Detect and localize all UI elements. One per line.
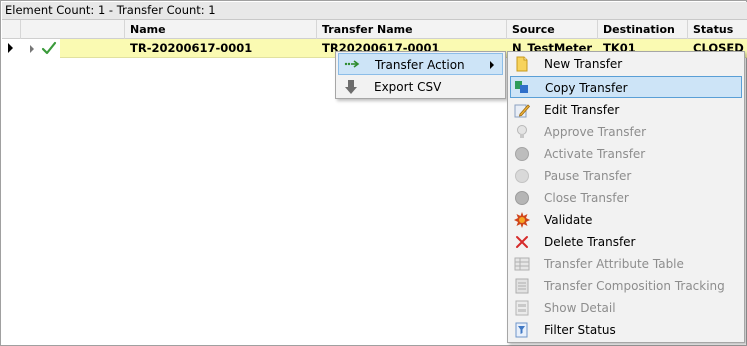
menu-item-approve-transfer[interactable]: Approve Transfer — [510, 121, 742, 143]
column-header-status[interactable]: Status — [688, 20, 747, 39]
tracking-icon — [515, 278, 529, 294]
column-header-destination[interactable]: Destination — [598, 20, 688, 39]
menu-item-label: Show Detail — [544, 301, 616, 315]
menu-item-label: Validate — [544, 213, 593, 227]
cell-name[interactable]: TR-20200617-0001 — [125, 39, 317, 58]
menu-item-filter-status[interactable]: Filter Status — [510, 319, 742, 341]
menu-item-transfer-composition-tracking[interactable]: Transfer Composition Tracking — [510, 275, 742, 297]
red-x-icon — [516, 236, 528, 248]
menu-item-label: Copy Transfer — [545, 81, 628, 95]
circle-icon — [515, 169, 529, 183]
menu-item-label: Filter Status — [544, 323, 616, 337]
menu-item-activate-transfer[interactable]: Activate Transfer — [510, 143, 742, 165]
submenu-arrow-icon — [490, 61, 494, 69]
menu-item-label: Approve Transfer — [544, 125, 647, 139]
column-header-name[interactable]: Name — [125, 20, 317, 39]
menu-item-transfer-attribute-table[interactable]: Transfer Attribute Table — [510, 253, 742, 275]
menu-item-new-transfer[interactable]: New Transfer — [510, 53, 742, 75]
checkmark-icon — [41, 41, 57, 55]
table-icon — [514, 257, 530, 271]
menu-item-label: Transfer Action — [375, 58, 465, 72]
menu-item-label: Activate Transfer — [544, 147, 646, 161]
gear-burst-icon — [514, 212, 530, 228]
transfer-arrow-icon — [344, 60, 360, 68]
transfer-action-submenu: New Transfer Copy Transfer Edit Transfer… — [507, 51, 745, 343]
download-arrow-icon — [345, 80, 357, 94]
menu-item-edit-transfer[interactable]: Edit Transfer — [510, 99, 742, 121]
menu-item-validate[interactable]: Validate — [510, 209, 742, 231]
context-menu: Transfer Action Export CSV — [335, 51, 506, 99]
expand-row-icon[interactable] — [30, 45, 34, 53]
status-text: Element Count: 1 - Transfer Count: 1 — [5, 3, 216, 17]
menu-item-label: Delete Transfer — [544, 235, 636, 249]
menu-item-label: Close Transfer — [544, 191, 629, 205]
filter-icon — [515, 322, 528, 338]
column-header-source[interactable]: Source — [507, 20, 598, 39]
menu-item-label: New Transfer — [544, 57, 623, 71]
current-row-indicator-icon — [8, 43, 13, 53]
menu-item-pause-transfer[interactable]: Pause Transfer — [510, 165, 742, 187]
menu-item-close-transfer[interactable]: Close Transfer — [510, 187, 742, 209]
row-indicator-header — [2, 20, 21, 39]
menu-item-delete-transfer[interactable]: Delete Transfer — [510, 231, 742, 253]
pencil-icon — [514, 104, 530, 118]
detail-icon — [515, 300, 529, 316]
copy-icon — [515, 81, 528, 93]
menu-item-label: Edit Transfer — [544, 103, 620, 117]
column-header-transfer-name[interactable]: Transfer Name — [317, 20, 507, 39]
menu-item-label: Export CSV — [374, 80, 442, 94]
new-document-icon — [516, 56, 528, 72]
status-bar: Element Count: 1 - Transfer Count: 1 — [2, 2, 747, 20]
grid-header: Name Transfer Name Source Destination St… — [2, 20, 747, 39]
circle-icon — [515, 147, 529, 161]
menu-item-export-csv[interactable]: Export CSV — [338, 76, 503, 98]
menu-item-label: Transfer Composition Tracking — [544, 279, 725, 293]
expander-header — [21, 20, 125, 39]
menu-item-label: Pause Transfer — [544, 169, 632, 183]
menu-item-copy-transfer[interactable]: Copy Transfer — [510, 76, 742, 98]
menu-item-label: Transfer Attribute Table — [544, 257, 684, 271]
menu-item-transfer-action[interactable]: Transfer Action — [338, 53, 503, 75]
menu-item-show-detail[interactable]: Show Detail — [510, 297, 742, 319]
circle-icon — [515, 191, 529, 205]
lightbulb-icon — [517, 125, 527, 138]
